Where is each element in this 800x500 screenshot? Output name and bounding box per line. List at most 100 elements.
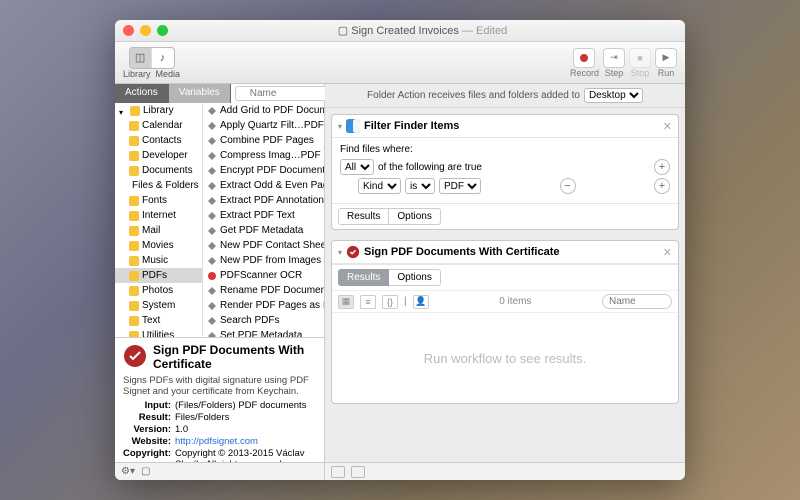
disclosure-icon[interactable]: ▾	[338, 248, 342, 257]
category-item[interactable]: Music	[115, 253, 202, 268]
category-item[interactable]: Photos	[115, 283, 202, 298]
val-select[interactable]: PDF	[439, 178, 481, 194]
action-item[interactable]: Extract PDF Annotations	[203, 193, 324, 208]
action-item[interactable]: Rename PDF Documents	[203, 283, 324, 298]
media-tab-button[interactable]: ♪	[152, 48, 174, 68]
action-icon	[207, 166, 217, 176]
result-search-input[interactable]	[602, 294, 672, 309]
folder-action-text: Folder Action receives files and folders…	[367, 90, 580, 101]
category-item[interactable]: Utilities	[115, 328, 202, 337]
action-icon	[207, 106, 217, 116]
action-icon	[207, 271, 217, 281]
person-icon[interactable]: 👤	[413, 295, 429, 309]
workflow-area: Folder Action receives files and folders…	[325, 84, 685, 480]
block-title: Sign PDF Documents With Certificate	[364, 246, 659, 258]
category-item[interactable]: Internet	[115, 208, 202, 223]
action-item[interactable]: Combine PDF Pages	[203, 133, 324, 148]
action-item[interactable]: New PDF Contact Sheet	[203, 238, 324, 253]
finder-icon	[346, 119, 360, 133]
icon-view-toggle[interactable]: ▦	[338, 295, 354, 309]
tab-results[interactable]: Results	[338, 269, 389, 286]
category-item[interactable]: Files & Folders	[115, 178, 202, 193]
action-item[interactable]: Apply Quartz Filt…PDF Documents	[203, 118, 324, 133]
tab-options[interactable]: Options	[389, 269, 440, 286]
action-item[interactable]: New PDF from Images	[203, 253, 324, 268]
window-title: ▢ Sign Created Invoices — Edited	[168, 24, 677, 37]
category-item[interactable]: Library	[115, 103, 202, 118]
action-item[interactable]: Add Grid to PDF Documents	[203, 103, 324, 118]
category-item[interactable]: Movies	[115, 238, 202, 253]
action-icon	[207, 256, 217, 266]
action-icon	[207, 196, 217, 206]
panel-toggle-icon[interactable]: ▢	[141, 466, 150, 477]
toolbar: ◫ ♪ Library Media Record ⇥Step ■Stop ▶Ru…	[115, 42, 685, 84]
close-icon[interactable]: ✕	[663, 120, 672, 133]
add-rule-button-2[interactable]: +	[654, 178, 670, 194]
tab-results[interactable]: Results	[338, 208, 389, 225]
category-item[interactable]: System	[115, 298, 202, 313]
variables-toggle-icon[interactable]	[351, 466, 365, 478]
automator-window: ▢ Sign Created Invoices — Edited ◫ ♪ Lib…	[115, 20, 685, 480]
block-title: Filter Finder Items	[364, 120, 659, 132]
op-select[interactable]: is	[405, 178, 435, 194]
action-item[interactable]: Set PDF Metadata	[203, 328, 324, 337]
action-icon	[207, 226, 217, 236]
doc-icon: ▢	[338, 25, 348, 37]
action-item[interactable]: Compress Imag…PDF Documents	[203, 148, 324, 163]
action-icon	[207, 301, 217, 311]
category-item[interactable]: Contacts	[115, 133, 202, 148]
action-item[interactable]: Encrypt PDF Documents	[203, 163, 324, 178]
step-button[interactable]: ⇥Step	[603, 48, 625, 78]
category-item[interactable]: Text	[115, 313, 202, 328]
tab-options[interactable]: Options	[389, 208, 440, 225]
description-title: Sign PDF Documents With Certificate	[153, 344, 316, 372]
item-count: 0 items	[435, 296, 596, 307]
add-rule-button[interactable]: +	[654, 159, 670, 175]
category-item[interactable]: PDFs	[115, 268, 202, 283]
list-view-toggle[interactable]: ≡	[360, 295, 376, 309]
attr-select[interactable]: Kind	[358, 178, 401, 194]
folder-select[interactable]: Desktop	[584, 88, 643, 103]
stop-button[interactable]: ■Stop	[629, 48, 651, 78]
action-list[interactable]: Add Grid to PDF DocumentsApply Quartz Fi…	[203, 103, 324, 337]
description-summary: Signs PDFs with digital signature using …	[123, 375, 316, 397]
disclosure-icon[interactable]: ▾	[338, 122, 342, 131]
minimize-button[interactable]	[140, 25, 151, 36]
category-list[interactable]: LibraryCalendarContactsDeveloperDocument…	[115, 103, 203, 337]
close-icon[interactable]: ✕	[663, 246, 672, 259]
action-item[interactable]: Search PDFs	[203, 313, 324, 328]
category-item[interactable]: Developer	[115, 148, 202, 163]
library-media-segment[interactable]: ◫ ♪ Library Media	[123, 47, 180, 79]
tab-actions[interactable]: Actions	[115, 84, 169, 103]
action-icon	[207, 316, 217, 326]
action-item[interactable]: Render PDF Pages as Images	[203, 298, 324, 313]
run-button[interactable]: ▶Run	[655, 48, 677, 78]
library-tab-button[interactable]: ◫	[130, 48, 152, 68]
traffic-lights	[123, 25, 168, 36]
action-item[interactable]: PDFScanner OCR	[203, 268, 324, 283]
action-description: Sign PDF Documents With Certificate Sign…	[115, 337, 324, 462]
action-item[interactable]: Extract PDF Text	[203, 208, 324, 223]
braces-view-toggle[interactable]: {}	[382, 295, 398, 309]
action-item[interactable]: Get PDF Metadata	[203, 223, 324, 238]
action-icon	[207, 136, 217, 146]
action-item[interactable]: Extract Odd & Even Pages	[203, 178, 324, 193]
gear-icon[interactable]: ⚙︎▾	[121, 466, 135, 477]
category-item[interactable]: Documents	[115, 163, 202, 178]
category-item[interactable]: Calendar	[115, 118, 202, 133]
media-label: Media	[156, 69, 181, 79]
all-select[interactable]: All	[340, 159, 374, 175]
remove-rule-button[interactable]: −	[560, 178, 576, 194]
log-toggle-icon[interactable]	[331, 466, 345, 478]
zoom-button[interactable]	[157, 25, 168, 36]
edited-label: Edited	[476, 25, 507, 37]
category-item[interactable]: Mail	[115, 223, 202, 238]
close-button[interactable]	[123, 25, 134, 36]
sidebar-footer: ⚙︎▾ ▢	[115, 462, 324, 480]
record-button[interactable]: Record	[570, 48, 599, 78]
category-item[interactable]: Fonts	[115, 193, 202, 208]
tab-variables[interactable]: Variables	[169, 84, 231, 103]
main-footer	[325, 462, 685, 480]
website-link[interactable]: http://pdfsignet.com	[175, 436, 258, 447]
find-label: Find files where:	[340, 144, 670, 155]
